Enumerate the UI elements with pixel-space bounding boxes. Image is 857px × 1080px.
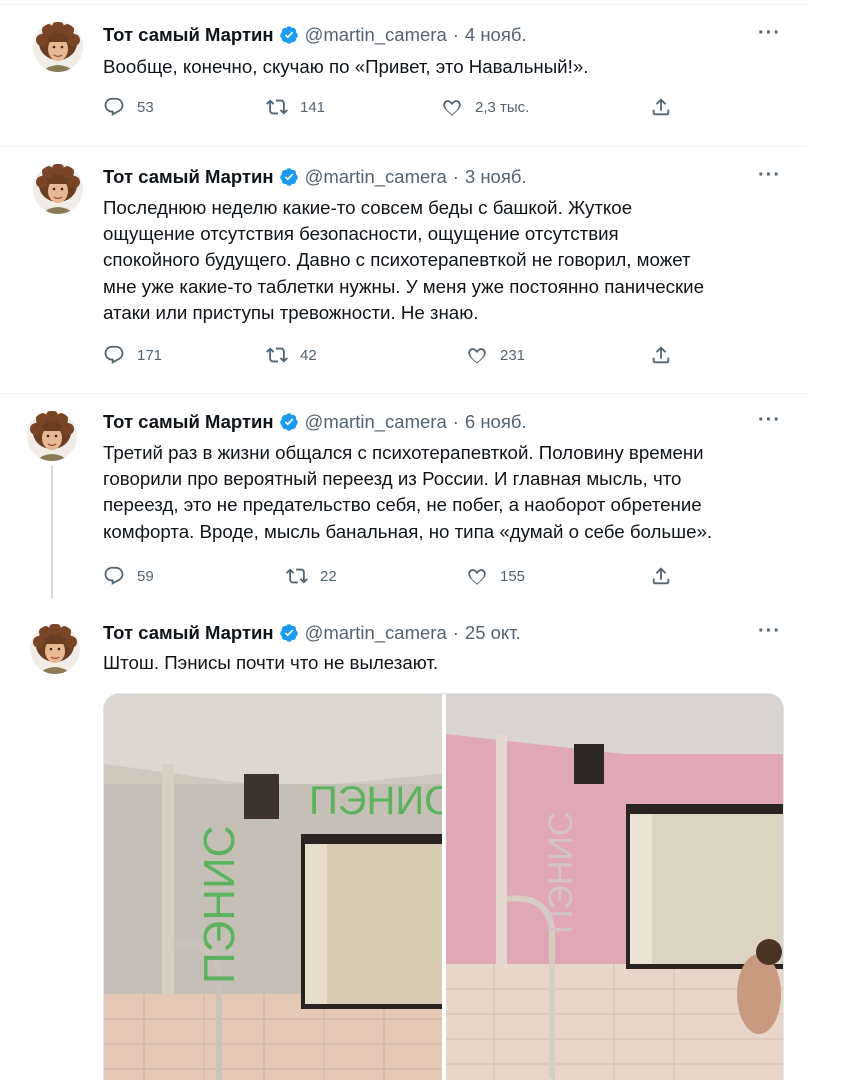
- like-count: 155: [500, 567, 526, 585]
- photo-after[interactable]: ПЭНИС: [446, 694, 784, 1080]
- share-button[interactable]: [650, 565, 684, 587]
- like-count: 2,3 тыс.: [475, 98, 530, 116]
- verified-icon: [279, 623, 299, 643]
- like-icon: [441, 96, 463, 118]
- tweet-date[interactable]: 4 нояб.: [465, 24, 527, 46]
- reply-count: 171: [137, 346, 163, 364]
- avatar[interactable]: [33, 22, 83, 72]
- author-handle[interactable]: @martin_camera: [305, 411, 447, 433]
- like-count: 231: [500, 346, 526, 364]
- retweet-icon: [266, 96, 288, 118]
- tweet-date[interactable]: 6 нояб.: [465, 411, 527, 433]
- author-handle[interactable]: @martin_camera: [305, 166, 447, 188]
- graffiti-text: ПЭНИС: [309, 779, 453, 823]
- like-button[interactable]: 231: [466, 344, 525, 366]
- author-name[interactable]: Тот самый Мартин: [103, 166, 274, 188]
- separator-dot: ·: [452, 24, 459, 45]
- avatar[interactable]: [33, 164, 83, 214]
- tweet-actions: 53 141 2,3 тыс.: [103, 96, 683, 126]
- reply-button[interactable]: 171: [103, 344, 162, 366]
- separator-dot: ·: [452, 166, 459, 187]
- verified-icon: [279, 412, 299, 432]
- graffiti-text: ПЭНИС: [542, 812, 580, 934]
- retweet-button[interactable]: 141: [266, 96, 325, 118]
- tweet-text: Третий раз в жизни общался с психотерапе…: [103, 442, 713, 542]
- more-options-icon[interactable]: ···: [758, 620, 781, 643]
- author-handle[interactable]: @martin_camera: [305, 24, 447, 46]
- separator-dot: ·: [452, 411, 459, 432]
- author-name[interactable]: Тот самый Мартин: [103, 622, 274, 644]
- separator: [0, 4, 806, 5]
- retweet-icon: [266, 344, 288, 366]
- author-name[interactable]: Тот самый Мартин: [103, 24, 274, 46]
- reply-icon: [103, 96, 125, 118]
- retweet-count: 42: [300, 346, 317, 364]
- more-options-icon[interactable]: ···: [758, 164, 781, 187]
- graffiti-text: ПЭНИС: [195, 826, 244, 984]
- tweet-header: Тот самый Мартин @martin_camera · 3 нояб…: [103, 164, 527, 190]
- tweet-header: Тот самый Мартин @martin_camera · 6 нояб…: [103, 409, 527, 435]
- tweet-date[interactable]: 3 нояб.: [465, 166, 527, 188]
- reply-count: 53: [137, 98, 154, 116]
- author-handle[interactable]: @martin_camera: [305, 622, 447, 644]
- separator: [0, 393, 806, 394]
- tweet-header: Тот самый Мартин @martin_camera · 4 нояб…: [103, 22, 527, 48]
- reply-count: 59: [137, 567, 154, 585]
- tweet-header: Тот самый Мартин @martin_camera · 25 окт…: [103, 620, 521, 646]
- tweet-text: Последнюю неделю какие-то совсем беды с …: [103, 197, 704, 323]
- retweet-button[interactable]: 22: [286, 565, 337, 587]
- verified-icon: [279, 167, 299, 187]
- author-name[interactable]: Тот самый Мартин: [103, 411, 274, 433]
- tweet-date[interactable]: 25 окт.: [465, 622, 521, 644]
- like-button[interactable]: 155: [466, 565, 525, 587]
- reply-button[interactable]: 53: [103, 96, 154, 118]
- like-icon: [466, 344, 488, 366]
- tweet-text: Вообще, конечно, скучаю по «Привет, это …: [103, 56, 589, 77]
- thread-line: [51, 466, 53, 598]
- share-icon: [650, 565, 672, 587]
- tweet-media[interactable]: ПЭНИС ПЭНИС ПЭНИС: [103, 693, 784, 1080]
- retweet-count: 141: [300, 98, 326, 116]
- tweet-text: Штош. Пэнисы почти что не вылезают.: [103, 652, 439, 673]
- retweet-count: 22: [320, 567, 337, 585]
- avatar[interactable]: [27, 411, 77, 461]
- retweet-icon: [286, 565, 308, 587]
- photo-before[interactable]: ПЭНИС ПЭНИС: [104, 694, 453, 1080]
- more-options-icon[interactable]: ···: [758, 409, 781, 432]
- share-icon: [650, 96, 672, 118]
- separator-dot: ·: [452, 622, 459, 643]
- verified-icon: [279, 25, 299, 45]
- reply-icon: [103, 344, 125, 366]
- more-options-icon[interactable]: ···: [758, 22, 781, 45]
- share-button[interactable]: [650, 344, 684, 366]
- tweet-actions: 59 22 155: [103, 565, 683, 595]
- separator: [0, 146, 806, 147]
- retweet-button[interactable]: 42: [266, 344, 317, 366]
- reply-button[interactable]: 59: [103, 565, 154, 587]
- avatar[interactable]: [30, 624, 80, 674]
- share-button[interactable]: [650, 96, 684, 118]
- share-icon: [650, 344, 672, 366]
- reply-icon: [103, 565, 125, 587]
- tweet-actions: 171 42 231: [103, 344, 683, 374]
- like-button[interactable]: 2,3 тыс.: [441, 96, 529, 118]
- like-icon: [466, 565, 488, 587]
